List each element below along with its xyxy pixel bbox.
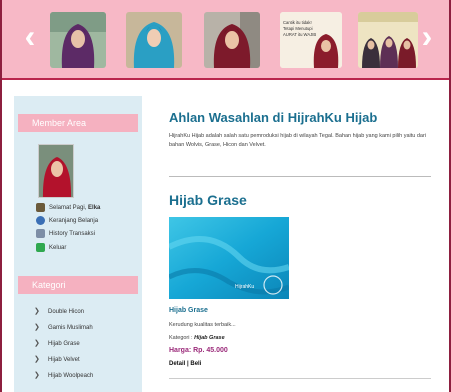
image-watermark: HijrahKu	[235, 284, 254, 290]
history-icon	[36, 228, 45, 238]
chevron-right-icon: ❯	[34, 308, 40, 315]
category-item[interactable]: ❯ Gamis Muslimah	[34, 322, 93, 334]
member-area-heading: Member Area	[18, 114, 138, 132]
svg-text:Cantik itu tidak!: Cantik itu tidak!	[283, 20, 312, 25]
intro-text: HijrahKu Hijab adalah salah satu pemrodu…	[169, 133, 427, 148]
slide-image-purple-hijab[interactable]	[50, 12, 106, 68]
member-avatar	[38, 144, 74, 198]
product-price: Harga: Rp. 45.000	[169, 347, 228, 354]
header-strip	[2, 82, 449, 94]
chevron-left-icon: ‹	[24, 18, 36, 54]
menu-item-cart[interactable]: Keranjang Belanja	[36, 215, 98, 227]
product-slider: ‹ Cantik itu tidak! Tetapi Menutupi AURA…	[2, 0, 449, 80]
svg-text:Tetapi Menutupi: Tetapi Menutupi	[283, 26, 313, 31]
category-label: Hijab Woolpeach	[48, 373, 94, 379]
menu-item-logout-label: Keluar	[49, 245, 67, 251]
slide-image-blue-hijab[interactable]	[126, 12, 182, 68]
slide-image-banner[interactable]: Cantik itu tidak! Tetapi Menutupi AURAT …	[280, 12, 342, 68]
product-category: Kategori : Hijab Grase	[169, 335, 225, 341]
product-name[interactable]: Hijab Grase	[169, 307, 208, 314]
menu-item-history-label: History Transaksi	[49, 231, 96, 237]
product-image[interactable]: HijrahKu	[169, 217, 289, 299]
slider-next-button[interactable]: ›	[419, 20, 435, 52]
product-category-value[interactable]: Hijab Grase	[194, 335, 225, 341]
greeting-text: Selamat Pagi,	[49, 205, 89, 211]
username: Elka	[88, 205, 101, 211]
category-heading: Kategori	[18, 276, 138, 294]
chevron-right-icon: ❯	[34, 372, 40, 379]
category-label: Hijab Grase	[48, 341, 80, 347]
product-description: Kerudung kualitas terbaik...	[169, 322, 236, 328]
divider	[169, 378, 431, 379]
divider	[169, 176, 431, 177]
buy-link[interactable]: Beli	[190, 361, 201, 367]
page-title: Ahlan Wasahlan di HijrahKu Hijab	[169, 110, 378, 125]
product-actions: Detail | Beli	[169, 361, 201, 367]
category-item[interactable]: ❯ Hijab Grase	[34, 338, 80, 350]
category-label: Gamis Muslimah	[48, 325, 93, 331]
chevron-right-icon: ❯	[34, 340, 40, 347]
slide-image-collection[interactable]	[358, 12, 418, 68]
product-category-label: Kategori :	[169, 335, 195, 341]
greeting-row: Selamat Pagi, Elka	[36, 202, 100, 214]
chevron-right-icon: ❯	[34, 356, 40, 363]
user-icon	[36, 202, 45, 212]
category-item[interactable]: ❯ Double Hicon	[34, 306, 84, 318]
detail-link[interactable]: Detail	[169, 361, 185, 367]
svg-text:AURAT itu WAJIB: AURAT itu WAJIB	[283, 32, 316, 37]
section-title: Hijab Grase	[169, 192, 247, 208]
category-item[interactable]: ❯ Hijab Woolpeach	[34, 370, 93, 382]
menu-item-logout[interactable]: Keluar	[36, 242, 66, 254]
slide-image-maroon-hijab[interactable]	[204, 12, 260, 68]
main-content: Ahlan Wasahlan di HijrahKu Hijab HijrahK…	[160, 96, 440, 392]
cart-icon	[36, 215, 45, 225]
slider-thumbnails: Cantik itu tidak! Tetapi Menutupi AURAT …	[50, 8, 428, 70]
chevron-right-icon: ❯	[34, 324, 40, 331]
menu-item-history[interactable]: History Transaksi	[36, 228, 95, 240]
menu-item-cart-label: Keranjang Belanja	[49, 218, 99, 224]
category-label: Hijab Velvet	[48, 357, 80, 363]
category-label: Double Hicon	[48, 309, 85, 315]
sidebar: Member Area Selamat Pagi, Elka Keranjang…	[14, 96, 142, 392]
chevron-right-icon: ›	[421, 18, 433, 54]
logout-icon	[36, 242, 45, 252]
category-item[interactable]: ❯ Hijab Velvet	[34, 354, 80, 366]
slider-prev-button[interactable]: ‹	[22, 20, 38, 52]
